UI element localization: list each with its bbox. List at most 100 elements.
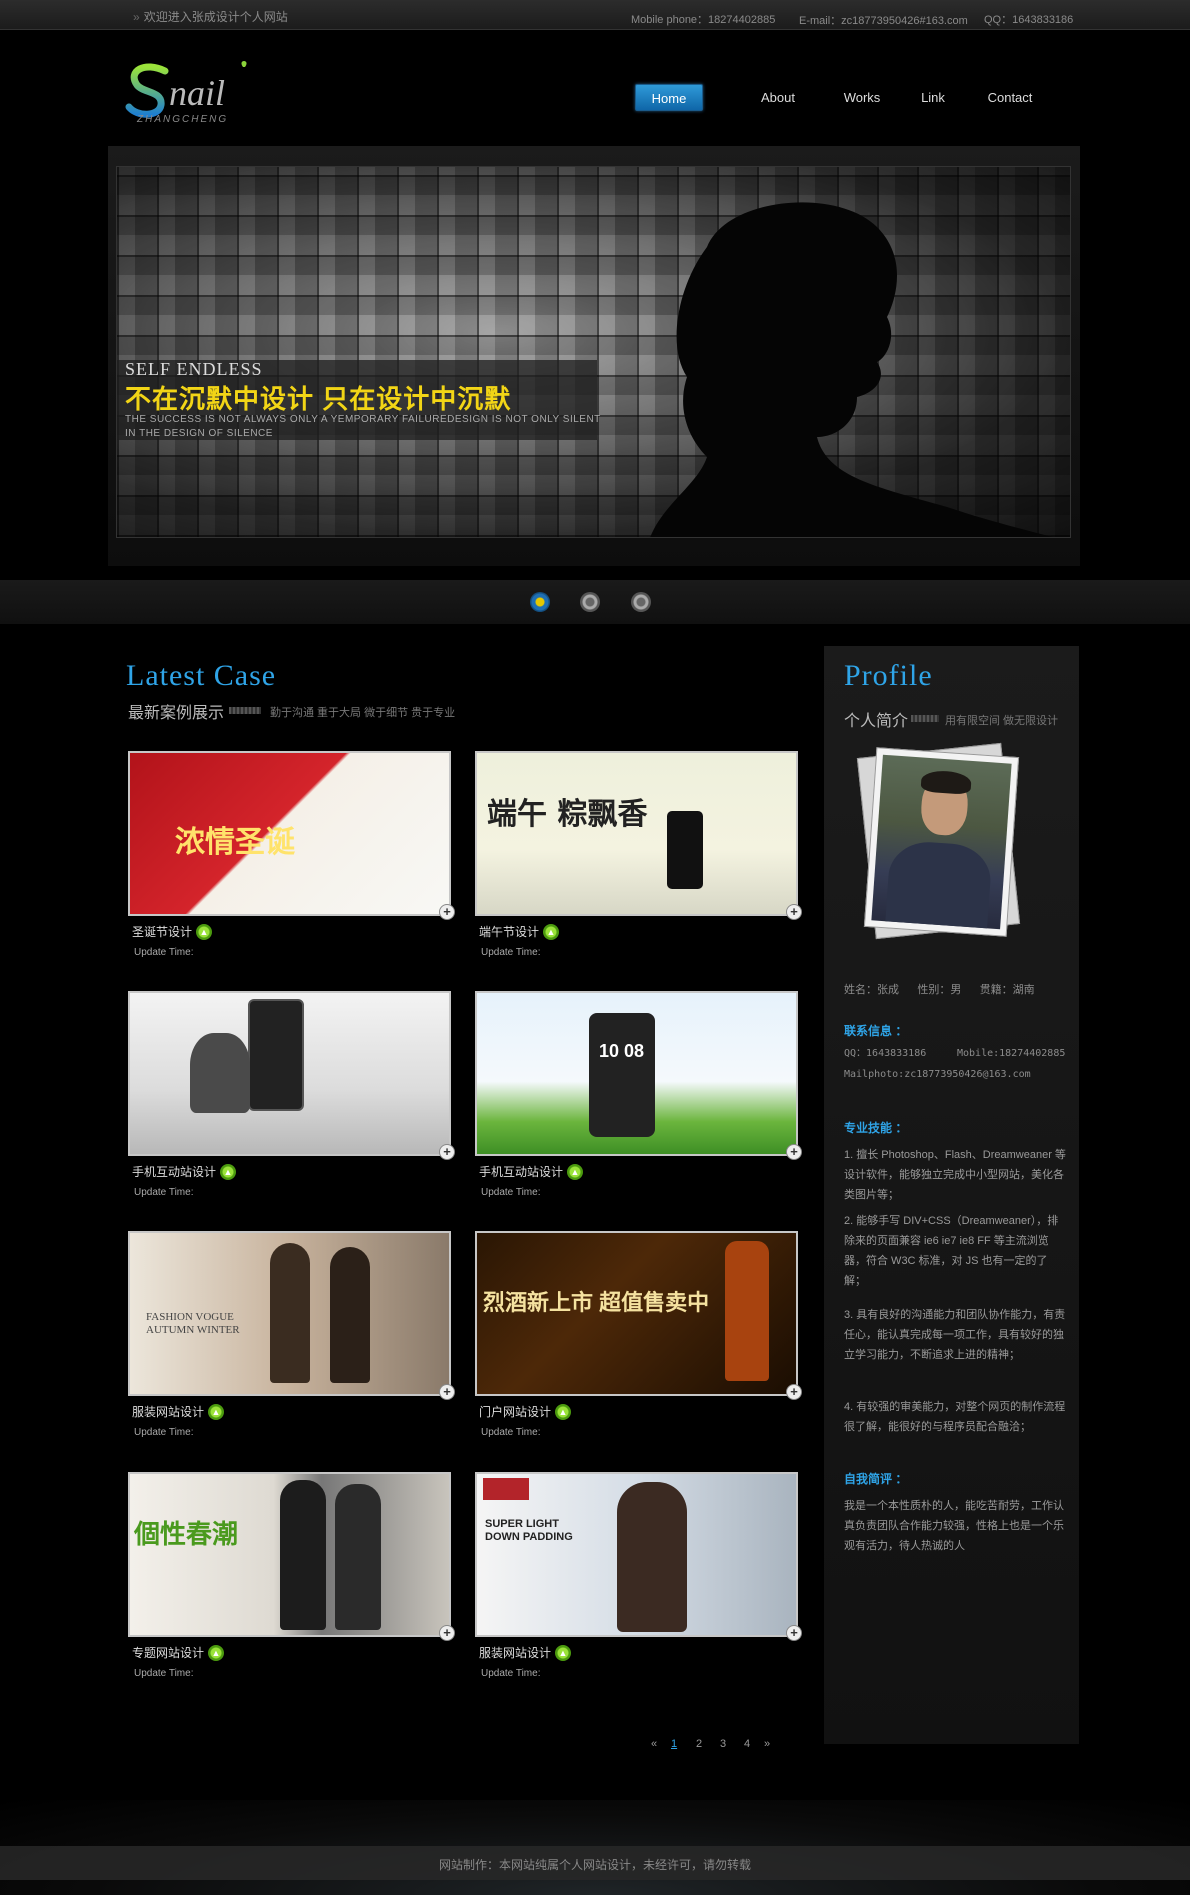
section-divider: [229, 707, 261, 714]
double-arrow-icon: »: [133, 10, 140, 24]
case-name[interactable]: 端午节设计 ▲: [479, 923, 560, 941]
case-name[interactable]: 专题网站设计 ▲: [132, 1644, 225, 1662]
nav-contact[interactable]: Contact: [980, 84, 1040, 111]
email-info: E-mail：zc18773950426#163.com: [799, 15, 968, 27]
pager-last[interactable]: »: [764, 1738, 770, 1750]
skill-item: 1. 擅长 Photoshop、Flash、Dreamweaner 等设计软件，…: [844, 1149, 1066, 1201]
warrior-figure-image: [190, 1033, 250, 1113]
slide-dot-2[interactable]: [580, 592, 600, 612]
welcome-text: » 欢迎进入张成设计个人网站: [133, 10, 288, 24]
go-arrow-icon[interactable]: ▲: [567, 1163, 584, 1180]
phone-info: Mobile phone：18274402885: [631, 14, 776, 26]
nav-works[interactable]: Works: [837, 84, 887, 111]
go-arrow-icon[interactable]: ▲: [543, 923, 560, 940]
latest-case-title: Latest Case: [126, 659, 277, 692]
model-figure-image: [270, 1243, 310, 1383]
phone-image: [248, 999, 304, 1111]
go-arrow-icon[interactable]: ▲: [220, 1163, 237, 1180]
profile-basic-info: 姓名：张成 性别：男 贯籍：湖南: [844, 984, 1035, 996]
model-figure-image: [330, 1247, 370, 1383]
pager-page-2[interactable]: 2: [696, 1738, 702, 1750]
expand-plus-icon[interactable]: +: [786, 904, 802, 920]
profile-mail: Mailphoto:zc18773950426@163.com: [844, 1069, 1031, 1080]
man-silhouette-image: [650, 202, 1053, 537]
case-update-time: Update Time:: [481, 1427, 541, 1438]
qq-info: QQ：1643833186: [984, 14, 1074, 26]
skill-item: 4. 有较强的审美能力，对整个网页的制作流程很了解，能很好的与程序员配合融洽；: [844, 1401, 1066, 1433]
expand-plus-icon[interactable]: +: [439, 1625, 455, 1641]
expand-plus-icon[interactable]: +: [786, 1384, 802, 1400]
profile-tags: 用有限空间 做无限设计: [945, 715, 1059, 727]
go-arrow-icon[interactable]: ▲: [555, 1644, 572, 1661]
svg-text:nail: nail: [169, 73, 225, 113]
footer-copyright: 网站制作：本网站纯属个人网站设计，未经许可，请勿转载: [438, 1858, 751, 1872]
slide-dot-3[interactable]: [631, 592, 651, 612]
banner-slogan: 不在沉默中设计 只在设计中沉默: [125, 384, 512, 414]
case-thumbnail[interactable]: SUPER LIGHT DOWN PADDING: [475, 1472, 798, 1637]
profile-subtitle: 个人简介: [844, 713, 909, 730]
case-thumbnail[interactable]: 10 08: [475, 991, 798, 1156]
case-thumbnail[interactable]: 端午 粽飘香: [475, 751, 798, 916]
top-info-bar: » 欢迎进入张成设计个人网站 Mobile phone：18274402885 E…: [0, 0, 1190, 30]
nav-home[interactable]: Home: [635, 84, 703, 111]
expand-plus-icon[interactable]: +: [786, 1144, 802, 1160]
self-review-label: 自我简评 ：: [844, 1472, 908, 1486]
nav-link[interactable]: Link: [913, 84, 953, 111]
case-update-time: Update Time:: [134, 1427, 194, 1438]
case-update-time: Update Time:: [134, 1187, 194, 1198]
case-name[interactable]: 圣诞节设计 ▲: [132, 923, 213, 941]
phone-image: [589, 1013, 655, 1137]
case-update-time: Update Time:: [481, 947, 541, 958]
skill-item: 3. 具有良好的沟通能力和团队协作能力，有责任心，能认真完成每一项工作，具有较好…: [844, 1309, 1066, 1361]
nav-about[interactable]: About: [748, 84, 808, 111]
contact-label: 联系信息 ：: [844, 1024, 908, 1038]
model-figure-image: [617, 1482, 687, 1632]
site-header: nail ZHANGCHENG Home About Works Link Co…: [0, 30, 1190, 145]
case-thumbnail[interactable]: 浓情圣诞: [128, 751, 451, 916]
slide-dot-1[interactable]: [530, 592, 550, 612]
expand-plus-icon[interactable]: +: [439, 904, 455, 920]
hero-banner[interactable]: SELF ENDLESS 不在沉默中设计 只在设计中沉默 THE SUCCESS…: [116, 166, 1071, 538]
portrait-image: [871, 754, 1012, 930]
svg-text:ZHANGCHENG: ZHANGCHENG: [136, 114, 228, 125]
banner-subtext: THE SUCCESS IS NOT ALWAYS ONLY A YEMPORA…: [125, 414, 601, 439]
snail-logo-icon: nail ZHANGCHENG: [125, 61, 247, 125]
phone-image: [667, 811, 703, 889]
case-name[interactable]: 手机互动站设计 ▲: [132, 1163, 237, 1181]
banner-title: SELF ENDLESS: [125, 359, 263, 379]
case-thumbnail[interactable]: 烈酒新上市 超值售卖中: [475, 1231, 798, 1396]
site-logo[interactable]: nail ZHANGCHENG: [125, 57, 285, 127]
expand-plus-icon[interactable]: +: [439, 1384, 455, 1400]
case-thumbnail[interactable]: FASHION VOGUE AUTUMN WINTER: [128, 1231, 451, 1396]
case-name[interactable]: 服装网站设计 ▲: [132, 1403, 225, 1421]
go-arrow-icon[interactable]: ▲: [208, 1403, 225, 1420]
profile-mobile: Mobile:18274402885: [957, 1048, 1066, 1059]
case-update-time: Update Time:: [481, 1187, 541, 1198]
case-update-time: Update Time:: [134, 947, 194, 958]
go-arrow-icon[interactable]: ▲: [208, 1644, 225, 1661]
profile-qq: QQ：1643833186: [844, 1048, 927, 1059]
profile-photo[interactable]: [863, 747, 1020, 937]
case-name[interactable]: 门户网站设计 ▲: [479, 1403, 572, 1421]
model-figure-image: [335, 1484, 381, 1630]
bottle-image: [725, 1241, 769, 1381]
case-thumbnail[interactable]: [128, 991, 451, 1156]
pager-page-4[interactable]: 4: [744, 1738, 750, 1750]
go-arrow-icon[interactable]: ▲: [555, 1403, 572, 1420]
latest-case-tags: 勤于沟通 重于大局 微于细节 贵于专业: [270, 707, 456, 719]
go-arrow-icon[interactable]: ▲: [196, 923, 213, 940]
case-name[interactable]: 服装网站设计 ▲: [479, 1644, 572, 1662]
pager-page-3[interactable]: 3: [720, 1738, 726, 1750]
case-name[interactable]: 手机互动站设计 ▲: [479, 1163, 584, 1181]
case-thumbnail[interactable]: 個性春潮: [128, 1472, 451, 1637]
self-review-text: 我是一个本性质朴的人，能吃苦耐劳，工作认真负责团队合作能力较强，性格上也是一个乐…: [844, 1500, 1064, 1552]
pager-first[interactable]: «: [651, 1738, 657, 1750]
pager-page-1[interactable]: 1: [671, 1738, 677, 1750]
latest-case-subtitle: 最新案例展示: [128, 705, 225, 722]
case-update-time: Update Time:: [134, 1668, 194, 1679]
expand-plus-icon[interactable]: +: [786, 1625, 802, 1641]
section-divider: [911, 715, 939, 722]
model-figure-image: [280, 1480, 326, 1630]
profile-title: Profile: [844, 659, 933, 692]
expand-plus-icon[interactable]: +: [439, 1144, 455, 1160]
